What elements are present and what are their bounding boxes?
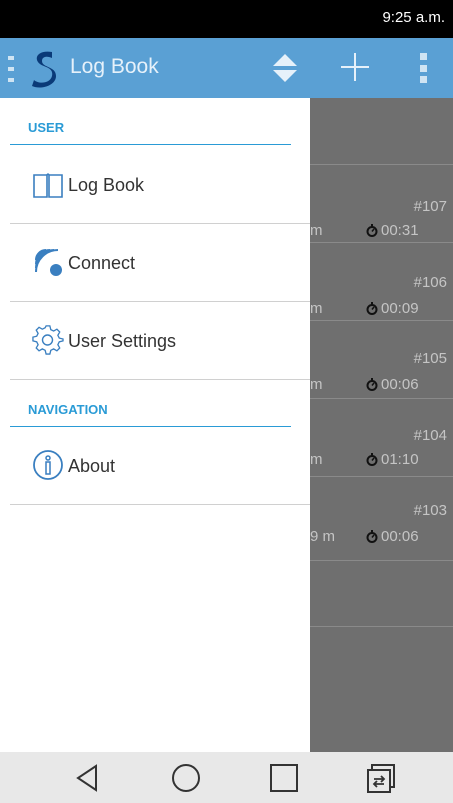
- switch-icon[interactable]: [366, 762, 398, 794]
- back-icon[interactable]: [72, 762, 104, 794]
- drawer-item-label: About: [68, 456, 116, 476]
- drawer-item-connect[interactable]: Connect: [0, 224, 310, 302]
- dive-depth: 9 m: [310, 528, 336, 545]
- info-icon: [33, 450, 63, 480]
- app-title: Log Book: [70, 55, 159, 78]
- list-item[interactable]: [310, 626, 453, 693]
- dive-log-list: #107 m 00:31 #106 m 00:09 #105 m 00:06 #…: [310, 98, 453, 752]
- status-time: 9:25 a.m.: [382, 9, 445, 26]
- app-logo: [32, 51, 56, 88]
- section-header-user: USER: [28, 120, 65, 135]
- section-header-navigation: NAVIGATION: [28, 402, 108, 417]
- more-options-icon[interactable]: [420, 53, 428, 83]
- recents-icon[interactable]: [268, 762, 300, 794]
- wireless-connect-icon: [35, 249, 62, 276]
- list-item[interactable]: #103 9 m 00:06: [310, 476, 453, 561]
- gear-icon: [32, 325, 64, 355]
- navigation-drawer: USER Log Book Connect User Settings NAVI…: [0, 98, 310, 752]
- drawer-item-label: User Settings: [68, 331, 177, 351]
- drawer-item-log-book[interactable]: Log Book: [0, 145, 310, 223]
- dive-depth: m: [310, 300, 323, 317]
- add-icon[interactable]: [340, 52, 370, 82]
- stopwatch-icon: [366, 378, 378, 391]
- book-icon: [33, 173, 63, 198]
- dive-number: #104: [413, 427, 447, 444]
- stopwatch-icon: [366, 453, 378, 466]
- divider: [10, 504, 310, 505]
- stopwatch-icon: [366, 302, 378, 315]
- stopwatch-icon: [366, 530, 378, 543]
- home-icon[interactable]: [170, 762, 202, 794]
- dive-duration: 00:06: [366, 376, 419, 393]
- list-item[interactable]: [310, 560, 453, 627]
- dive-depth: m: [310, 376, 323, 393]
- dive-depth: m: [310, 451, 323, 468]
- status-bar: 9:25 a.m.: [0, 0, 453, 38]
- app-bar: Log Book: [0, 38, 453, 98]
- drawer-item-label: Log Book: [68, 175, 145, 195]
- list-item[interactable]: #104 m 01:10: [310, 398, 453, 477]
- stopwatch-icon: [366, 224, 378, 237]
- dive-number: #103: [413, 502, 447, 519]
- dive-number: #105: [413, 350, 447, 367]
- divider: [10, 379, 310, 380]
- drawer-toggle-icon[interactable]: [8, 56, 14, 82]
- dive-duration: 00:06: [366, 528, 419, 545]
- drawer-item-about[interactable]: About: [0, 427, 310, 505]
- dive-number: #106: [413, 274, 447, 291]
- dive-duration: 00:31: [366, 222, 419, 239]
- dive-number: #107: [413, 198, 447, 215]
- list-item[interactable]: #107 m 00:31: [310, 164, 453, 243]
- list-item[interactable]: #106 m 00:09: [310, 242, 453, 321]
- system-nav-bar: [0, 752, 453, 803]
- dive-depth: m: [310, 222, 323, 239]
- drawer-item-user-settings[interactable]: User Settings: [0, 302, 310, 380]
- dive-duration: 01:10: [366, 451, 419, 468]
- drawer-item-label: Connect: [68, 253, 136, 273]
- sort-icon[interactable]: [272, 52, 298, 84]
- list-item[interactable]: #105 m 00:06: [310, 320, 453, 399]
- dive-duration: 00:09: [366, 300, 419, 317]
